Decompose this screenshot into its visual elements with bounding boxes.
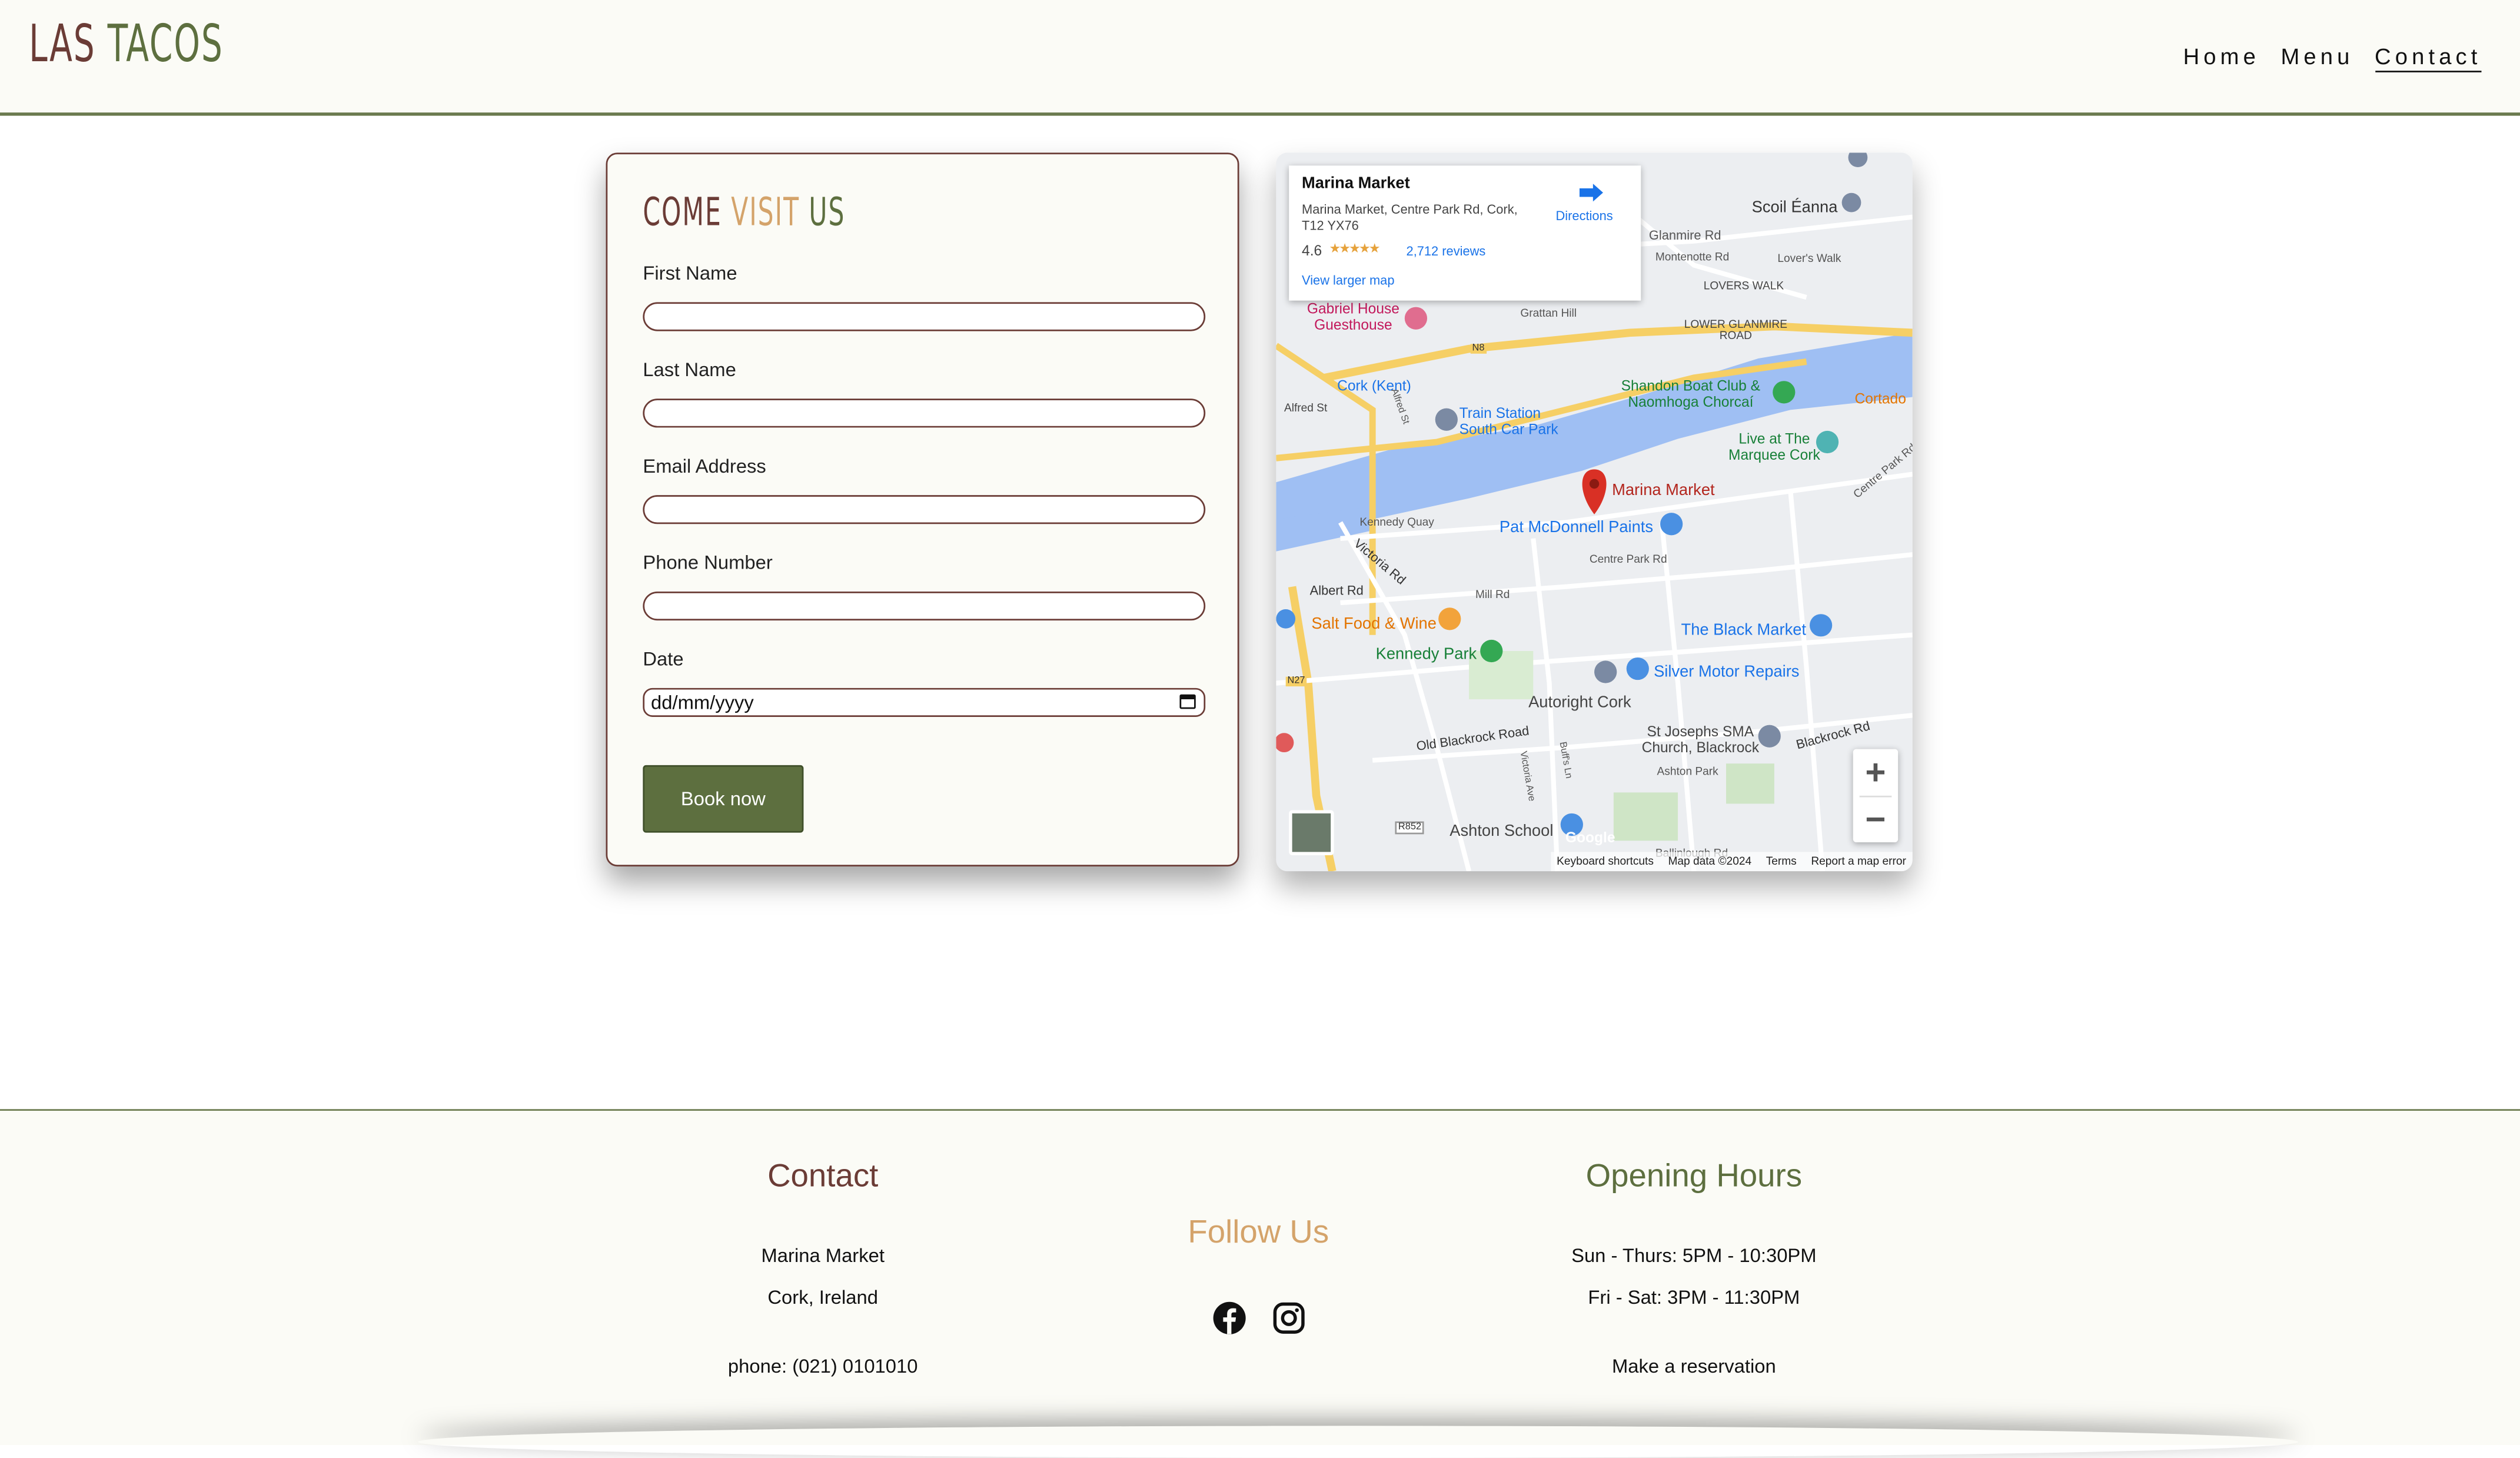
book-now-button[interactable]: Book now [643,765,804,833]
map-label-grattan: Grattan Hill [1520,308,1577,320]
footer-contact-title: Contact [767,1158,879,1195]
embedded-map[interactable]: Scoil Éanna Glanmire Rd Montenotte Rd Lo… [1276,152,1913,872]
footer-hours-line2: Fri - Sat: 3PM - 11:30PM [1588,1286,1800,1308]
directions-link[interactable]: Directions [1556,209,1613,224]
map-label-lovers: Lover's Walk [1777,254,1841,265]
map-label-r852: R852 [1395,821,1425,835]
map-label-marquee: Live at The Marquee Cork [1728,430,1820,463]
map-zoom-control: + − [1853,749,1899,842]
zoom-out-button[interactable]: − [1853,796,1898,842]
site-header: LAS TACOS Home Menu Contact [0,0,2520,116]
facebook-icon[interactable] [1212,1300,1247,1336]
map-label-train-station: Train Station South Car Park [1459,405,1558,437]
form-title-come: COME [643,190,732,235]
map-label-ashton-school: Ashton School [1450,823,1554,841]
map-label-lower-glanmire: LOWER GLANMIRE ROAD [1684,320,1788,343]
directions-icon[interactable]: ⮕ [1578,172,1604,209]
footer-phone: phone: (021) 0101010 [727,1355,918,1378]
map-label-albert-rd: Albert Rd [1309,583,1364,598]
nav-home-link[interactable]: Home [2183,44,2260,72]
nav-contact-link[interactable]: Contact [2375,44,2482,72]
map-label-glanmire: Glanmire Rd [1648,228,1721,243]
logo-text-tacos: TACOS [107,12,224,74]
map-label-pat-mcdonnell: Pat McDonnell Paints [1499,519,1654,537]
footer-reservation-link[interactable]: Make a reservation [1453,1355,1935,1377]
map-label-scoil: Scoil Éanna [1751,199,1838,217]
map-label-montenotte: Montenotte Rd [1655,252,1730,264]
map-label-kennedy-park: Kennedy Park [1375,646,1477,664]
map-label-shandon: Shandon Boat Club & Naomhoga Chorcaí [1621,377,1761,410]
map-label-silver-motor: Silver Motor Repairs [1654,663,1800,682]
zoom-in-button[interactable]: + [1853,749,1898,796]
star-rating-icon: ★★★★★ [1329,241,1380,256]
zoom-divider [1859,795,1892,798]
phone-label: Phone Number [643,551,773,574]
calendar-icon[interactable] [1179,694,1196,709]
google-logo: Google [1565,829,1615,846]
map-label-centre-park: Centre Park Rd [1589,554,1667,566]
site-logo[interactable]: LAS TACOS [29,13,224,74]
footer-shadow [418,1426,2298,1458]
first-name-input[interactable] [643,302,1206,331]
map-attribution: Keyboard shortcuts Map data ©2024 Terms … [1550,852,1913,872]
form-title-us: US [799,190,846,235]
keyboard-shortcuts-link[interactable]: Keyboard shortcuts [1557,856,1654,867]
instagram-icon[interactable] [1271,1300,1306,1336]
site-footer: Contact Marina Market Cork, Ireland phon… [0,1109,2520,1446]
footer-address-line2: Cork, Ireland [767,1286,879,1308]
map-label-st-josephs: St Josephs SMA Church, Blackrock [1641,723,1760,756]
place-reviews-link[interactable]: 2,712 reviews [1407,244,1486,259]
first-name-label: First Name [643,262,737,285]
map-label-n8: N8 [1470,344,1487,354]
view-larger-map-link[interactable]: View larger map [1302,273,1394,288]
map-label-kennedy-quay: Kennedy Quay [1359,517,1434,529]
nav-menu-link[interactable]: Menu [2280,44,2353,72]
place-rating: 4.6 [1302,243,1322,259]
email-input[interactable] [643,495,1206,524]
place-name: Marina Market [1302,175,1410,193]
map-label-salt-food: Salt Food & Wine [1311,615,1437,633]
form-title-visit: VISIT [731,190,800,235]
footer-follow-title: Follow Us [1188,1215,1329,1251]
main-nav: Home Menu Contact [2183,44,2482,72]
last-name-label: Last Name [643,358,736,381]
footer-address-line1: Marina Market [761,1244,885,1267]
footer-hours-title: Opening Hours [1585,1158,1803,1195]
map-label-ashton-park: Ashton Park [1657,766,1718,778]
phone-input[interactable] [643,591,1206,621]
form-title: COME VISIT US [643,190,845,234]
map-label-lovers-walk: LOVERS WALK [1703,281,1784,293]
map-label-alfred-st: Alfred St [1284,403,1328,415]
logo-text-las: LAS [29,12,108,74]
date-label: Date [643,647,684,670]
satellite-toggle-button[interactable] [1289,810,1334,855]
map-label-mill-rd: Mill Rd [1475,590,1510,602]
map-label-gabriel: Gabriel House Guesthouse [1306,300,1399,333]
footer-hours-line1: Sun - Thurs: 5PM - 10:30PM [1571,1244,1817,1267]
map-label-n27: N27 [1285,676,1307,687]
terms-link[interactable]: Terms [1766,856,1797,867]
email-label: Email Address [643,454,766,478]
map-label-black-market: The Black Market [1681,622,1807,640]
map-label-cortado: Cortado [1854,390,1906,407]
map-label-cork-kent: Cork (Kent) [1337,377,1411,394]
booking-form-card: COME VISIT US First Name Last Name Email… [606,152,1239,866]
date-input[interactable]: dd/mm/yyyy [643,688,1206,717]
map-place-card: Marina Market Marina Market, Centre Park… [1289,165,1641,301]
report-map-error-link[interactable]: Report a map error [1811,856,1906,867]
date-placeholder: dd/mm/yyyy [651,691,754,714]
map-label-marina-market: Marina Market [1612,482,1715,500]
map-label-autoright: Autoright Cork [1528,694,1631,712]
place-address: Marina Market, Centre Park Rd, Cork, T12… [1302,202,1518,233]
last-name-input[interactable] [643,398,1206,428]
map-data-text: Map data ©2024 [1668,856,1752,868]
